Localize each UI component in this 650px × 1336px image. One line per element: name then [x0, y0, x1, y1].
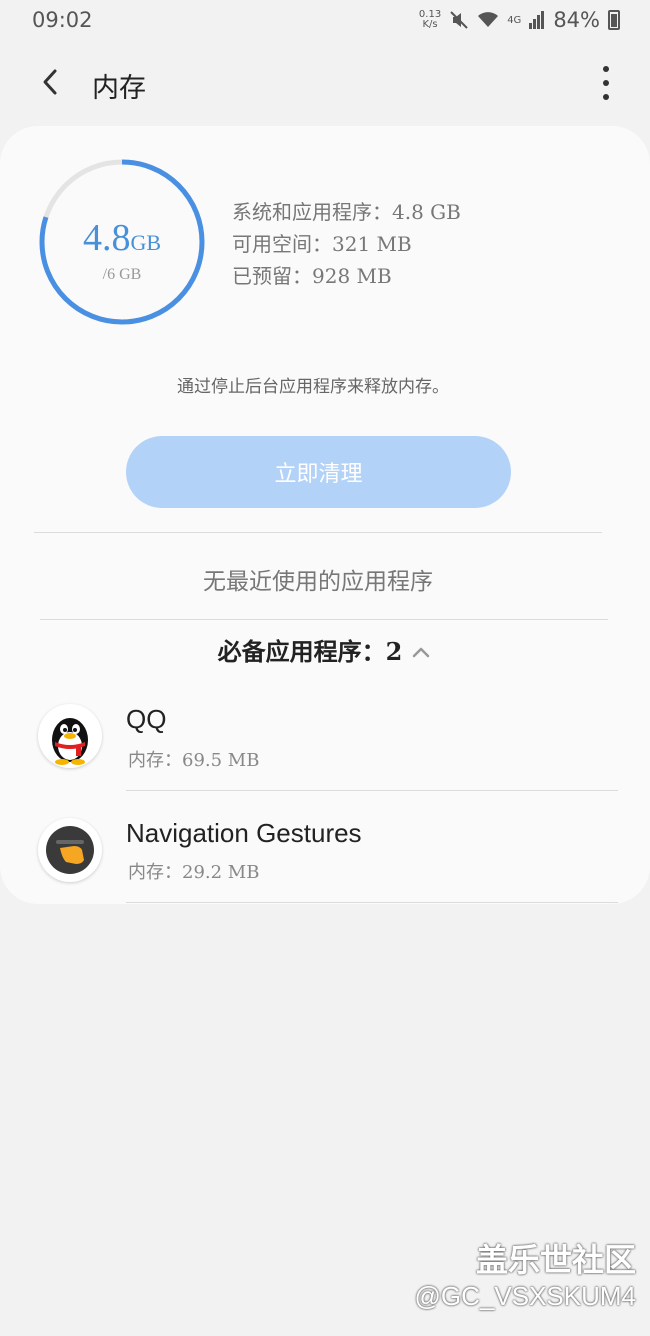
more-dot [603, 66, 609, 72]
more-dot [603, 80, 609, 86]
watermark-handle: @GC_VSXSKUM4 [414, 1281, 636, 1311]
signal-type: 4G [507, 14, 522, 26]
net-speed: 0.13 K/s [418, 9, 442, 30]
page-title: 内存 [92, 73, 146, 104]
memory-details: 系统和应用程序：4.8 GB 可用空间：321 MB 已预留：928 MB [232, 196, 461, 292]
essential-apps-title: 必备应用程序：2 [217, 637, 403, 666]
battery-icon [608, 10, 620, 30]
status-time: 09:02 [32, 8, 93, 32]
memory-used-value: 4.8 [82, 217, 131, 259]
app-item-navigation-gestures[interactable]: Navigation Gestures 内存：29.2 MB [0, 812, 650, 902]
cell-signal-icon [529, 11, 545, 29]
watermark-main: 盖乐世社区 [475, 1241, 636, 1279]
app-memory: 内存：69.5 MB [128, 750, 260, 771]
memory-used: 4.8GB [34, 216, 210, 260]
reserved-memory: 已预留：928 MB [232, 264, 392, 288]
wifi-icon [478, 12, 499, 27]
qq-icon [38, 704, 102, 768]
divider [34, 532, 602, 533]
more-dot [603, 94, 609, 100]
status-bar: 09:02 0.13 K/s 4G 84% [0, 0, 650, 40]
memory-used-unit: GB [130, 230, 162, 255]
back-button[interactable] [30, 60, 70, 104]
clean-now-button[interactable]: 立即清理 [126, 436, 511, 508]
divider [126, 790, 618, 791]
status-icons: 0.13 K/s 4G 84% [419, 8, 620, 32]
app-name: Navigation Gestures [126, 818, 362, 848]
battery-percent: 84% [553, 8, 600, 32]
community-watermark: 盖乐世社区 @GC_VSXSKUM4 [415, 1235, 636, 1312]
app-item-qq[interactable]: QQ 内存：69.5 MB [0, 698, 650, 788]
chevron-up-icon [413, 647, 430, 657]
memory-total: /6 GB [102, 266, 142, 283]
more-options-button[interactable] [598, 66, 614, 100]
app-name: QQ [126, 704, 167, 734]
app-memory: 内存：29.2 MB [128, 862, 260, 883]
divider [40, 619, 608, 620]
back-arrow-icon [43, 69, 57, 95]
system-apps-memory: 系统和应用程序：4.8 GB [232, 200, 461, 224]
app-bar: 内存 [0, 50, 650, 116]
available-memory: 可用空间：321 MB [232, 232, 412, 256]
free-memory-hint: 通过停止后台应用程序来释放内存。 [177, 377, 449, 397]
mute-icon [450, 11, 468, 29]
essential-apps-header[interactable]: 必备应用程序：2 [0, 632, 650, 667]
divider [126, 902, 618, 903]
no-recent-apps-text: 无最近使用的应用程序 [203, 569, 433, 595]
navigation-gestures-icon [38, 818, 102, 882]
memory-card: 4.8GB /6 GB 系统和应用程序：4.8 GB 可用空间：321 MB 已… [0, 126, 650, 904]
